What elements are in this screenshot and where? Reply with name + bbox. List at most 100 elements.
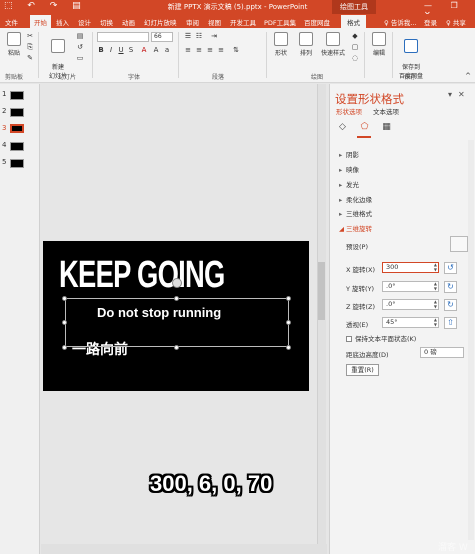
strikethrough-button[interactable]: S	[127, 46, 135, 54]
size-properties-icon[interactable]: ▦	[381, 122, 392, 133]
resize-handle[interactable]	[286, 345, 291, 350]
section-glow[interactable]: ▸ 发光	[339, 179, 359, 189]
share-button[interactable]: ♀ 共享	[446, 17, 466, 27]
quick-styles-button[interactable]: 快速样式	[318, 32, 348, 57]
headline-text[interactable]: KEEP GOING	[59, 254, 225, 297]
spin-arrows-icon[interactable]: ▲ ▼	[434, 262, 437, 272]
arrange-button[interactable]: 排列	[295, 32, 317, 57]
x-rotation-input[interactable]: 300 ▲ ▼	[382, 262, 439, 273]
rotate-handle-icon[interactable]	[172, 278, 182, 288]
pane-options-icon[interactable]: ▾	[448, 90, 452, 99]
slide-thumbnail[interactable]	[10, 108, 24, 117]
section-reflection[interactable]: ▸ 映像	[339, 164, 359, 174]
tab-text-options[interactable]: 文本选项	[373, 106, 399, 116]
text-direction-icon[interactable]: ⇅	[232, 46, 240, 54]
indent-icon[interactable]: ⇥	[210, 32, 218, 40]
pane-scrollbar[interactable]	[468, 140, 474, 540]
resize-handle[interactable]	[62, 320, 67, 325]
section-3d-format[interactable]: ▸ 三维格式	[339, 208, 372, 218]
tab-view[interactable]: 视图	[208, 17, 221, 27]
italic-button[interactable]: I	[107, 46, 115, 54]
shrink-font-button[interactable]: a	[163, 46, 171, 54]
align-right-icon[interactable]: ≡	[206, 46, 214, 54]
section-soft-edges[interactable]: ▸ 柔化边缘	[339, 194, 372, 204]
sign-in-link[interactable]: 登录	[424, 17, 437, 27]
align-left-icon[interactable]: ≡	[184, 46, 192, 54]
shape-effects-icon[interactable]: ◌	[351, 54, 359, 62]
checkbox-icon[interactable]	[346, 336, 352, 342]
slide-thumbnail[interactable]	[10, 142, 24, 151]
rotate-left-icon[interactable]: ↺	[444, 262, 457, 274]
tab-shape-options[interactable]: 形状选项	[336, 106, 362, 116]
tab-transitions[interactable]: 切换	[100, 17, 113, 27]
horizontal-scrollbar[interactable]	[41, 544, 327, 554]
editing-button[interactable]: 编辑	[368, 32, 390, 57]
tab-format[interactable]: 格式	[341, 15, 366, 28]
resize-handle[interactable]	[62, 345, 67, 350]
scrollbar-thumb[interactable]	[318, 262, 325, 320]
font-size-box[interactable]: 66	[151, 32, 173, 42]
resize-handle[interactable]	[286, 320, 291, 325]
copy-icon[interactable]: ⎘	[26, 43, 34, 51]
resize-handle[interactable]	[62, 296, 67, 301]
slide-thumbnail-active[interactable]	[10, 124, 24, 133]
resize-handle[interactable]	[174, 296, 179, 301]
align-center-icon[interactable]: ≡	[195, 46, 203, 54]
collapse-ribbon-icon[interactable]: ^	[464, 72, 472, 80]
effects-icon[interactable]: ⬠	[359, 122, 370, 133]
reset-button[interactable]: 重置(R)	[346, 364, 379, 376]
tab-baidu[interactable]: 百度网盘	[304, 17, 330, 27]
shape-fill-icon[interactable]: ◆	[351, 32, 359, 40]
section-3d-rotation[interactable]: ◢ 三维旋转	[339, 223, 372, 233]
tab-home[interactable]: 开始	[30, 15, 51, 28]
y-rotation-input[interactable]: .0° ▲ ▼	[382, 281, 439, 292]
shapes-button[interactable]: 形状	[270, 32, 292, 57]
selection-box[interactable]	[65, 298, 289, 347]
section-shadow[interactable]: ▸ 阴影	[339, 149, 359, 159]
title-bar: ⬚ ↶ ↷ ▤ 新建 PPTX 演示文稿 (5).pptx - PowerPoi…	[0, 0, 475, 19]
bullets-icon[interactable]: ☰	[184, 32, 192, 40]
tab-pdf[interactable]: PDF工具集	[264, 17, 296, 27]
tab-review[interactable]: 审阅	[186, 17, 199, 27]
reset-icon[interactable]: ↺	[76, 43, 84, 51]
keep-text-flat-checkbox[interactable]: 保持文本平面状态(K)	[346, 333, 416, 343]
numbering-icon[interactable]: ☷	[195, 32, 203, 40]
tab-developer[interactable]: 开发工具	[230, 17, 256, 27]
font-name-box[interactable]	[97, 32, 149, 42]
font-color-button[interactable]: A	[140, 46, 148, 54]
slide-number: 2	[2, 107, 7, 115]
close-icon[interactable]: ✕	[458, 90, 465, 99]
spin-arrows-icon[interactable]: ▲ ▼	[434, 317, 437, 327]
resize-handle[interactable]	[174, 345, 179, 350]
slide-thumbnail[interactable]	[10, 159, 24, 168]
spin-arrows-icon[interactable]: ▲ ▼	[434, 299, 437, 309]
tab-slideshow[interactable]: 幻灯片放映	[144, 17, 177, 27]
tell-me-search[interactable]: ♀ 告诉我...	[384, 17, 417, 27]
bold-button[interactable]: B	[97, 46, 105, 54]
perspective-input[interactable]: 45° ▲ ▼	[382, 317, 439, 328]
layout-icon[interactable]: ▤	[76, 32, 84, 40]
cut-icon[interactable]: ✂	[26, 32, 34, 40]
grow-font-button[interactable]: A	[152, 46, 160, 54]
slide-thumbnail[interactable]	[10, 91, 24, 100]
tab-insert[interactable]: 插入	[56, 17, 69, 27]
spin-arrows-icon[interactable]: ▲ ▼	[434, 281, 437, 291]
format-painter-icon[interactable]: ✎	[26, 54, 34, 62]
tab-design[interactable]: 设计	[78, 17, 91, 27]
divider	[92, 32, 93, 78]
distance-input[interactable]: 0 磅	[420, 347, 464, 358]
fill-line-icon[interactable]: ◇	[337, 122, 348, 133]
z-rotation-input[interactable]: .0° ▲ ▼	[382, 299, 439, 310]
perspective-up-icon[interactable]: ⇧	[444, 317, 457, 329]
rotate-clockwise-icon[interactable]: ↻	[444, 299, 457, 311]
rotate-up-icon[interactable]: ↻	[444, 281, 457, 293]
shape-outline-icon[interactable]: ▢	[351, 43, 359, 51]
section-icon[interactable]: ▭	[76, 54, 84, 62]
tab-file[interactable]: 文件	[5, 17, 18, 27]
justify-icon[interactable]: ≡	[217, 46, 225, 54]
preset-dropdown[interactable]	[450, 236, 468, 252]
underline-button[interactable]: U	[117, 46, 125, 54]
tab-animations[interactable]: 动画	[122, 17, 135, 27]
paste-button[interactable]: 粘贴	[3, 32, 25, 57]
resize-handle[interactable]	[286, 296, 291, 301]
